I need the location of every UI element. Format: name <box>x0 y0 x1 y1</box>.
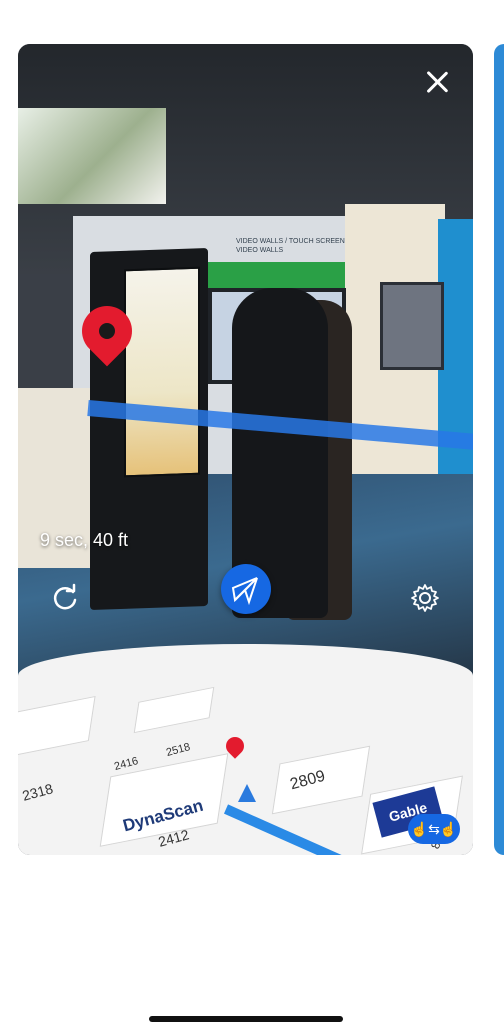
wall-monitor <box>380 282 444 370</box>
navigate-button[interactable] <box>221 564 271 614</box>
refresh-icon[interactable] <box>50 583 80 613</box>
touch-gesture-icon: ☝⇆☝ <box>410 821 458 837</box>
map-booth <box>18 695 96 759</box>
compass-navigation-icon <box>231 577 258 606</box>
close-icon[interactable] <box>423 68 451 96</box>
kiosk-screen <box>124 266 200 478</box>
map-booth <box>133 686 215 734</box>
map-booth-label: 2318 <box>20 780 55 804</box>
next-card-edge[interactable] <box>494 44 504 855</box>
current-location-arrow-icon <box>238 784 256 802</box>
map-pin-dot <box>99 323 115 339</box>
overhead-display-screen <box>18 108 166 204</box>
gear-icon[interactable] <box>410 583 440 613</box>
map-booth-label: 2518 <box>164 741 192 759</box>
touch-gesture-button[interactable]: ☝⇆☝ <box>408 814 460 844</box>
eta-label: 9 sec, 40 ft <box>40 530 129 550</box>
ar-navigation-card: VIDEO WALLS / TOUCH SCREEN VIDEO WALLS 9… <box>18 44 473 855</box>
wall-sign-text: VIDEO WALLS / TOUCH SCREEN VIDEO WALLS <box>236 238 345 254</box>
floor-map[interactable]: 2318 DynaScan 2412 2416 2518 2809 Gable … <box>18 644 473 855</box>
home-indicator[interactable] <box>149 1016 343 1022</box>
